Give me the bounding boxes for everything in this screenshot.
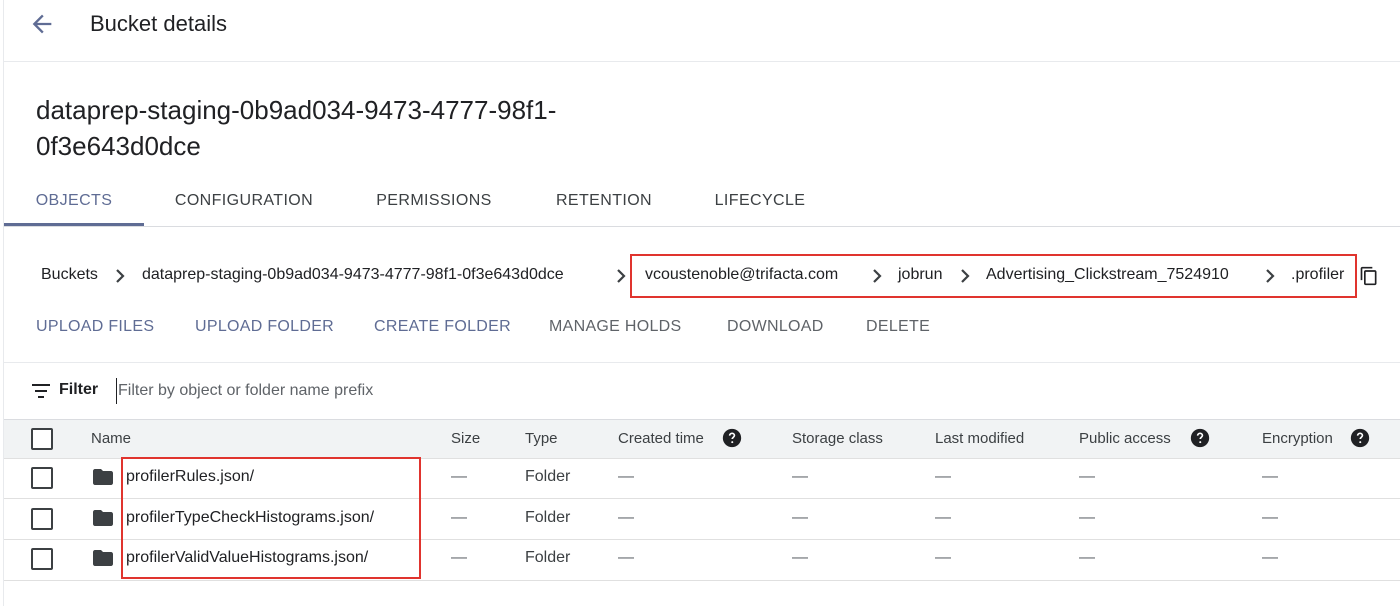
upload-files-button[interactable]: UPLOAD FILES [36,318,154,336]
storage-class-cell: — [792,549,808,566]
breadcrumb-highlight-box [630,254,1357,298]
size-cell: — [451,468,467,485]
tab-retention[interactable]: RETENTION [542,180,666,226]
tab-permissions[interactable]: PERMISSIONS [364,180,504,226]
column-header-created-time[interactable]: Created time [618,430,704,447]
last-modified-cell: — [935,509,951,526]
create-folder-button[interactable]: CREATE FOLDER [374,318,511,336]
public-access-cell: — [1079,509,1095,526]
folder-icon [93,510,113,526]
upload-folder-button[interactable]: UPLOAD FOLDER [195,318,334,336]
help-icon[interactable] [1190,428,1210,448]
column-header-name[interactable]: Name [91,430,131,447]
help-icon[interactable] [1350,428,1370,448]
filter-icon[interactable] [32,383,50,399]
copy-icon[interactable] [1359,266,1379,286]
storage-class-cell: — [792,509,808,526]
tab-configuration[interactable]: CONFIGURATION [162,180,326,226]
breadcrumb-bucket[interactable]: dataprep-staging-0b9ad034-9473-4777-98f1… [142,266,564,284]
top-bar: Bucket details [0,0,1400,50]
column-header-last-modified[interactable]: Last modified [935,430,1024,447]
created-time-cell: — [618,549,634,566]
tab-bar: OBJECTS CONFIGURATION PERMISSIONS RETENT… [4,180,1400,226]
bucket-name-line-2: 0f3e643d0dce [36,131,201,161]
help-icon[interactable] [722,428,742,448]
type-cell: Folder [525,509,571,526]
tab-lifecycle[interactable]: LIFECYCLE [704,180,816,226]
row-checkbox[interactable] [31,508,53,530]
folder-icon [93,469,113,485]
encryption-cell: — [1262,549,1278,566]
last-modified-cell: — [935,468,951,485]
created-time-cell: — [618,509,634,526]
header-divider [4,61,1400,62]
filter-input[interactable] [116,378,716,404]
type-cell: Folder [525,549,571,566]
chevron-right-icon [116,269,125,283]
bucket-name: dataprep-staging-0b9ad034-9473-4777-98f1… [36,92,636,164]
chevron-right-icon [617,269,626,283]
created-time-cell: — [618,468,634,485]
last-modified-cell: — [935,549,951,566]
arrow-back-icon[interactable] [28,10,56,38]
breadcrumb-buckets[interactable]: Buckets [41,266,98,284]
column-header-public-access[interactable]: Public access [1079,430,1171,447]
folder-names-highlight-box [121,457,421,579]
size-cell: — [451,549,467,566]
row-divider [4,580,1400,581]
encryption-cell: — [1262,468,1278,485]
page-title: Bucket details [90,11,227,36]
delete-button[interactable]: DELETE [866,318,930,336]
column-header-size[interactable]: Size [451,430,480,447]
bucket-name-line-1: dataprep-staging-0b9ad034-9473-4777-98f1… [36,95,557,125]
manage-holds-button[interactable]: MANAGE HOLDS [549,318,682,336]
encryption-cell: — [1262,509,1278,526]
actions-divider [4,362,1400,363]
public-access-cell: — [1079,549,1095,566]
folder-icon [93,550,113,566]
public-access-cell: — [1079,468,1095,485]
column-header-encryption[interactable]: Encryption [1262,430,1333,447]
filter-label: Filter [59,381,99,398]
column-header-type[interactable]: Type [525,430,558,447]
size-cell: — [451,509,467,526]
tabs-divider [4,226,1400,227]
tab-objects[interactable]: OBJECTS [4,180,144,226]
page-left-border [3,0,4,606]
row-checkbox[interactable] [31,548,53,570]
select-all-checkbox[interactable] [31,428,53,450]
storage-class-cell: — [792,468,808,485]
row-checkbox[interactable] [31,467,53,489]
download-button[interactable]: DOWNLOAD [727,318,824,336]
type-cell: Folder [525,468,571,485]
column-header-storage-class[interactable]: Storage class [792,430,883,447]
